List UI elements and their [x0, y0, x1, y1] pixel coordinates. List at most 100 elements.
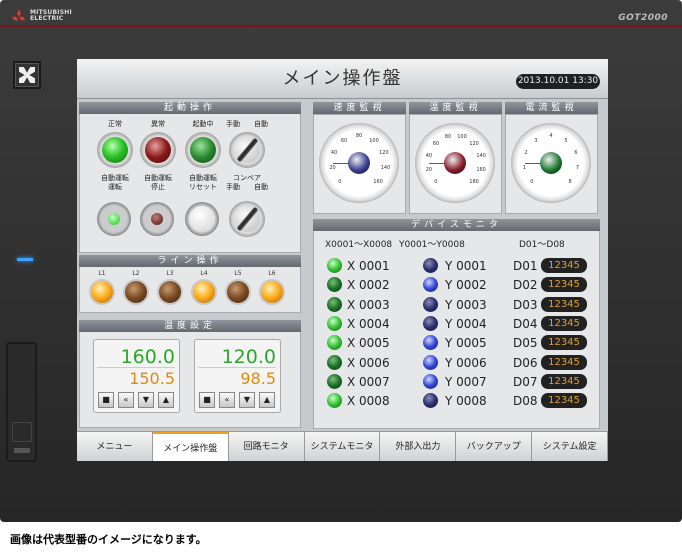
- start-row1-label[interactable]: 手動 自動: [225, 119, 269, 129]
- start-row1-label[interactable]: 異常: [136, 119, 180, 129]
- gauge-tick-label: 6: [574, 149, 578, 156]
- gauge-tick-label: 100: [457, 133, 467, 140]
- button-lens: [190, 137, 216, 163]
- x-device-label: X 0003: [347, 297, 390, 312]
- down-button[interactable]: ▼: [239, 392, 255, 408]
- temp-unit: 160.0 150.5 ■ «▼ ▲: [93, 339, 180, 413]
- fast-back-button[interactable]: «: [118, 392, 134, 408]
- y-device-lamp: [423, 373, 438, 389]
- device-monitor-column-header: X0001～X0008: [325, 240, 393, 250]
- cross-icon: [19, 67, 35, 83]
- start-row1-label[interactable]: 起動中: [181, 119, 225, 129]
- x-device-lamp: [327, 315, 342, 331]
- menu-tab[interactable]: メイン操作盤: [152, 432, 229, 461]
- usb-cover[interactable]: [6, 342, 37, 462]
- datetime-display: 2013.10.01 13:30: [516, 74, 600, 89]
- d-device-value: 12345: [541, 335, 587, 351]
- bezel-accent-line: [0, 25, 682, 27]
- line-lamp-button[interactable]: [193, 281, 215, 303]
- line-lamp-label: L2: [132, 270, 140, 277]
- start-row2-label[interactable]: 自動運転 リセット: [181, 174, 225, 192]
- screen-switch-button[interactable]: [13, 61, 41, 89]
- x-device-label: X 0008: [347, 394, 390, 409]
- line-lamp-label: L4: [200, 270, 208, 277]
- start-ops-header: 起動操作: [79, 102, 301, 114]
- button-lens: [102, 137, 128, 163]
- start-row1-button[interactable]: [185, 132, 221, 168]
- d-device-value: 12345: [541, 354, 587, 370]
- gauge-tick-label: 8: [568, 179, 572, 186]
- d-device-value: 12345: [541, 315, 587, 331]
- fast-back-button[interactable]: «: [219, 392, 235, 408]
- temp-header: 温度設定: [79, 320, 301, 332]
- up-button[interactable]: ▲: [158, 392, 174, 408]
- gauge-tick-label: 100: [369, 137, 379, 144]
- y-device-label: Y 0004: [445, 316, 487, 331]
- d-device-value: 12345: [541, 393, 587, 409]
- start-row1-button[interactable]: [140, 132, 176, 168]
- got-bezel: MITSUBISHI ELECTRIC GOT2000 メイン操作盤 2013.1…: [0, 0, 682, 522]
- gauge-tick-label: 40: [330, 149, 338, 156]
- image-caption: 画像は代表型番のイメージになります。: [10, 533, 207, 546]
- start-row1-button[interactable]: [97, 132, 133, 168]
- menu-tab[interactable]: システム設定: [532, 432, 608, 461]
- d-device-label: D01: [513, 259, 538, 273]
- power-led: [17, 258, 33, 261]
- gauge-tick-label: 0: [530, 179, 534, 186]
- stop-button[interactable]: ■: [98, 392, 114, 408]
- menu-tab[interactable]: メニュー: [77, 432, 153, 461]
- bottom-menu: メニュー メイン操作盤 回路モニタ システムモニタ 外部入出力 バックアップ システム設定: [77, 431, 608, 461]
- line-lamp-button[interactable]: [159, 281, 181, 303]
- line-lamp-button[interactable]: [91, 281, 113, 303]
- gauge-tick-label: 160: [373, 179, 383, 186]
- model-name: GOT2000: [618, 13, 668, 23]
- y-device-lamp: [423, 315, 438, 331]
- start-row2-lamp-button[interactable]: [140, 202, 174, 236]
- gauge-tick-label: 7: [575, 165, 580, 172]
- set-value[interactable]: 150.5: [97, 370, 175, 388]
- conveyor-selector-switch[interactable]: [229, 201, 265, 237]
- stop-button[interactable]: ■: [199, 392, 215, 408]
- set-value[interactable]: 98.5: [198, 370, 276, 388]
- gauge-tick-label: 180: [469, 179, 479, 186]
- selector-switch[interactable]: [229, 132, 265, 168]
- line-lamp-label: L1: [98, 270, 106, 277]
- start-row1-label[interactable]: 正常: [93, 119, 137, 129]
- y-device-label: Y 0002: [445, 278, 487, 293]
- d-device-label: D08: [513, 394, 538, 409]
- gauge-header: 電流監視: [505, 102, 598, 114]
- x-device-label: X 0001: [347, 259, 390, 273]
- button-lens: [145, 137, 171, 163]
- x-device-lamp: [327, 258, 342, 273]
- gauge-tick-label: 60: [432, 140, 440, 147]
- gauge-hub: [348, 152, 370, 174]
- d-device-label: D06: [513, 355, 538, 370]
- start-row2-lamp-button[interactable]: [97, 202, 131, 236]
- menu-tab[interactable]: システムモニタ: [305, 432, 381, 461]
- line-lamp-button[interactable]: [125, 281, 147, 303]
- menu-tab[interactable]: 回路モニタ: [229, 432, 305, 461]
- usb-latch: [14, 448, 30, 453]
- down-button[interactable]: ▼: [138, 392, 154, 408]
- start-row2-label[interactable]: 自動運転 停止: [136, 174, 180, 192]
- gauge-tick-label: 20: [425, 167, 433, 173]
- menu-tab[interactable]: 外部入出力: [380, 432, 457, 461]
- y-device-lamp: [423, 354, 438, 370]
- start-row2-lamp-button[interactable]: [185, 202, 219, 236]
- device-monitor-column-header: Y0001～Y0008: [399, 240, 465, 250]
- y-device-label: Y 0006: [445, 355, 487, 370]
- start-row2-label[interactable]: コンベア 手動 自動: [225, 174, 269, 192]
- gauge-tick-label: 0: [338, 179, 342, 186]
- start-row2-label[interactable]: 自動運転 運転: [93, 174, 137, 192]
- gauge-tick-label: 3: [534, 137, 538, 144]
- menu-tab[interactable]: バックアップ: [456, 432, 533, 461]
- gauge-dial: 0 20 40 60 80 100 120 140 160: [319, 123, 399, 203]
- x-device-label: X 0006: [347, 355, 390, 370]
- x-device-label: X 0005: [347, 336, 390, 351]
- line-lamp-button[interactable]: [227, 281, 249, 303]
- x-device-lamp: [327, 393, 342, 409]
- present-value: 160.0: [97, 346, 175, 368]
- up-button[interactable]: ▲: [259, 392, 275, 408]
- d-device-label: D07: [513, 374, 538, 389]
- line-lamp-button[interactable]: [261, 281, 283, 303]
